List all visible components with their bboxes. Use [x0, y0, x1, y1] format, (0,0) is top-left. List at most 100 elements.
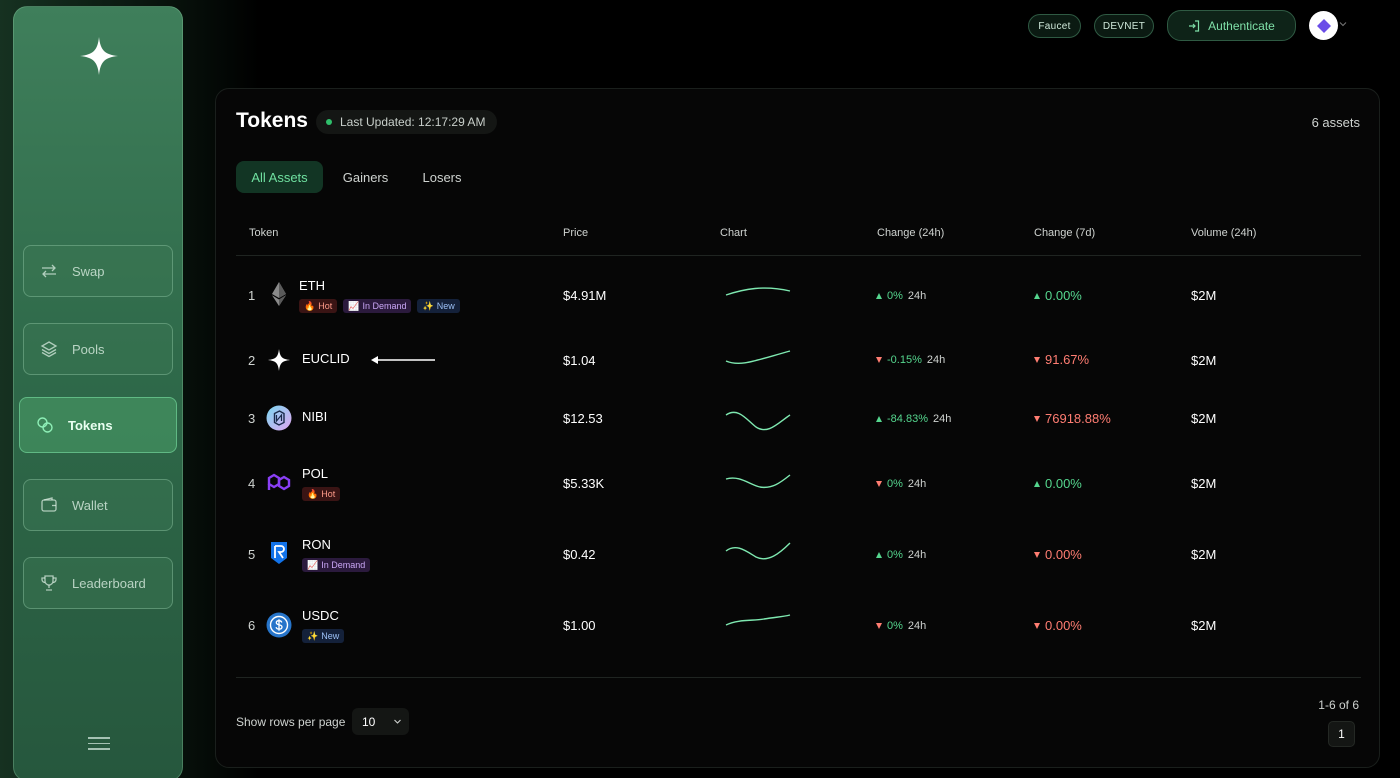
change-24h: 0% 24h: [876, 549, 926, 561]
authenticate-button[interactable]: Authenticate: [1167, 10, 1296, 41]
last-updated-text: Last Updated: 12:17:29 AM: [340, 115, 486, 129]
trophy-icon: [41, 575, 57, 591]
token-volume: $2M: [1191, 476, 1217, 491]
pol-icon: [267, 473, 291, 491]
network-badge[interactable]: DEVNET: [1094, 14, 1154, 38]
change-24h: 0% 24h: [876, 290, 926, 302]
sidebar-item-tokens[interactable]: Tokens: [19, 397, 177, 453]
tokens-card: Tokens Last Updated: 12:17:29 AM 6 asset…: [215, 88, 1380, 768]
swap-arrows-icon: [42, 264, 56, 278]
euclid-logo-icon: [80, 37, 118, 75]
token-volume: $2M: [1191, 411, 1217, 426]
token-name: USDC: [302, 608, 339, 623]
asset-count: 6 assets: [1311, 115, 1360, 130]
rows-per-page-label: Show rows per page: [236, 715, 346, 729]
token-price: $12.53: [563, 411, 603, 426]
chevron-down-icon: [394, 719, 402, 724]
sidebar-item-label: Tokens: [68, 417, 113, 433]
sidebar-item-swap[interactable]: Swap: [23, 245, 173, 297]
last-updated-badge: Last Updated: 12:17:29 AM: [316, 110, 498, 134]
new-badge: ✨ New: [417, 299, 460, 313]
arrow-down-icon: [1034, 356, 1040, 363]
tab-gainers[interactable]: Gainers: [334, 161, 397, 193]
change-24h: 0% 24h: [876, 620, 926, 632]
authenticate-label: Authenticate: [1208, 18, 1275, 33]
change-24h: -84.83% 24h: [876, 413, 951, 425]
page-button-1[interactable]: 1: [1328, 721, 1355, 747]
row-rank: 2: [248, 353, 256, 368]
column-header-volume-24h: Volume (24h): [1191, 227, 1257, 239]
column-header-token: Token: [249, 227, 279, 239]
sidebar-item-label: Leaderboard: [72, 575, 146, 591]
euclid-icon: [268, 349, 290, 371]
ron-icon: [271, 542, 287, 564]
arrow-up-icon: [876, 552, 882, 558]
sparkline-chart: [725, 411, 791, 431]
eth-icon: [272, 282, 286, 306]
new-badge: ✨ New: [302, 629, 345, 643]
in-demand-badge: 📈 In Demand: [302, 558, 371, 572]
sidebar-item-leaderboard[interactable]: Leaderboard: [23, 557, 173, 609]
rows-per-page-select[interactable]: 10: [352, 708, 409, 735]
sidebar: Swap Pools Tokens Wallet Leaderboard: [13, 6, 183, 778]
row-rank: 5: [248, 547, 256, 562]
change-7d: 0.00%: [1034, 547, 1082, 562]
change-24h: 0% 24h: [876, 478, 926, 490]
token-name: EUCLID: [302, 351, 350, 366]
sparkline-chart: [725, 614, 791, 626]
change-7d: 0.00%: [1034, 618, 1082, 633]
footer-divider: [236, 677, 1361, 678]
chevron-down-icon[interactable]: [1339, 20, 1347, 28]
tab-losers[interactable]: Losers: [412, 161, 472, 193]
sparkline-chart: [725, 350, 791, 365]
arrow-down-icon: [1034, 551, 1040, 558]
column-header-change-7d: Change (7d): [1034, 227, 1096, 239]
sidebar-item-wallet[interactable]: Wallet: [23, 479, 173, 531]
change-24h: -0.15% 24h: [876, 354, 945, 366]
page-title: Tokens: [236, 109, 308, 132]
sidebar-item-label: Pools: [72, 341, 105, 357]
coins-icon: [37, 417, 53, 433]
header-divider: [236, 255, 1361, 256]
change-7d: 91.67%: [1034, 352, 1089, 367]
wallet-icon: [41, 497, 57, 512]
token-price: $1.00: [563, 618, 596, 633]
token-volume: $2M: [1191, 353, 1217, 368]
diamond-icon: [1316, 18, 1331, 33]
nibi-icon: [266, 405, 292, 431]
live-dot-icon: [326, 119, 332, 125]
token-badges: ✨ New: [302, 629, 345, 643]
token-badges: 📈 In Demand: [302, 558, 371, 572]
column-header-change-24h: Change (24h): [877, 227, 945, 239]
hamburger-menu-icon[interactable]: [88, 737, 110, 751]
token-name: NIBI: [302, 409, 328, 424]
token-price: $5.33K: [563, 476, 605, 491]
token-badges: 🔥 Hot 📈 In Demand ✨ New: [299, 299, 460, 313]
token-price: $0.42: [563, 547, 596, 562]
column-header-price: Price: [563, 227, 589, 239]
sidebar-item-label: Swap: [72, 263, 105, 279]
arrow-left-icon: [371, 356, 435, 364]
change-7d: 76918.88%: [1034, 411, 1111, 426]
arrow-up-icon: [1034, 292, 1040, 299]
arrow-down-icon: [876, 357, 882, 363]
token-volume: $2M: [1191, 547, 1217, 562]
tab-all-assets[interactable]: All Assets: [236, 161, 323, 193]
token-name: ETH: [299, 278, 325, 293]
hot-badge: 🔥 Hot: [299, 299, 338, 313]
token-name: POL: [302, 466, 329, 481]
token-volume: $2M: [1191, 618, 1217, 633]
layers-icon: [40, 341, 58, 358]
faucet-button[interactable]: Faucet: [1028, 14, 1081, 38]
sparkline-chart: [725, 542, 791, 560]
sparkline-chart: [725, 287, 791, 296]
in-demand-badge: 📈 In Demand: [343, 299, 412, 313]
arrow-down-icon: [1034, 622, 1040, 629]
arrow-down-icon: [876, 481, 882, 487]
login-icon: [1189, 19, 1200, 32]
avatar[interactable]: [1309, 11, 1338, 40]
arrow-down-icon: [1034, 415, 1040, 422]
sidebar-item-pools[interactable]: Pools: [23, 323, 173, 375]
token-price: $4.91M: [563, 288, 607, 303]
hot-badge: 🔥 Hot: [302, 487, 341, 501]
